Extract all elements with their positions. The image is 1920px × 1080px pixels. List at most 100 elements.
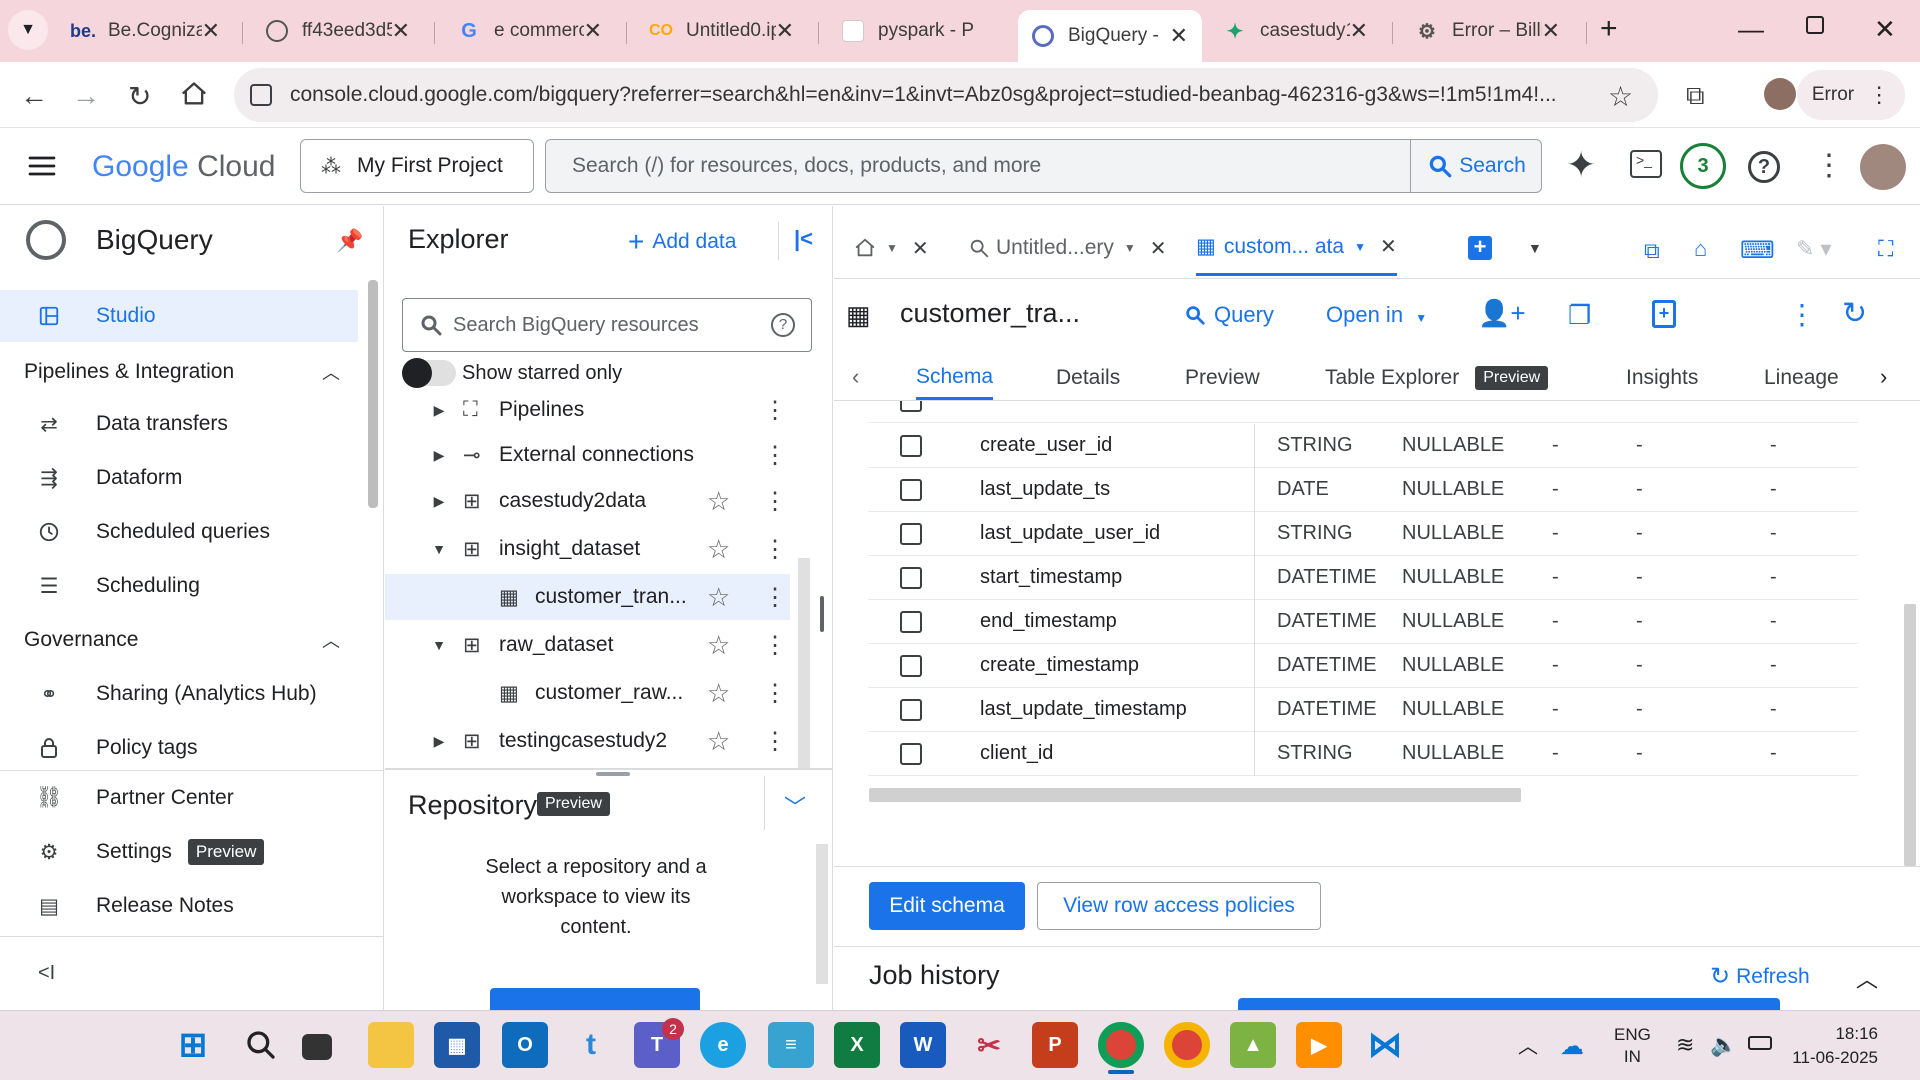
nav-scheduled-queries[interactable]: Scheduled queries (0, 506, 360, 558)
reload-button[interactable]: ↻ (128, 80, 151, 113)
explorer-tree-scrollbar[interactable] (798, 558, 810, 768)
repository-scrollbar[interactable] (816, 844, 828, 984)
minimize-button[interactable]: — (1738, 14, 1764, 45)
home-tab[interactable]: ▼ ✕ (854, 220, 929, 276)
browser-tab-active[interactable]: BigQuery - ✕ (1018, 10, 1202, 62)
powerpoint-icon[interactable]: P (1032, 1022, 1078, 1068)
close-icon[interactable]: ✕ (1380, 234, 1397, 259)
tree-row[interactable]: ▶ ⊞ casestudy2data ☆ ⋮ (385, 478, 805, 524)
close-icon[interactable]: ✕ (1150, 236, 1167, 261)
caret-down-icon[interactable]: ▼ (1354, 240, 1366, 254)
wifi-icon[interactable]: ≋ (1676, 1032, 1694, 1058)
copy-icon[interactable]: ❐ (1568, 300, 1591, 331)
nav-release-notes[interactable]: ▤ Release Notes (0, 880, 360, 932)
volume-icon[interactable]: 🔈 (1710, 1032, 1737, 1058)
tabs-overflow-caret-icon[interactable]: ▼ (1528, 240, 1542, 256)
edit-schema-button[interactable]: Edit schema (869, 882, 1025, 930)
refresh-icon[interactable]: ↻ (1842, 296, 1867, 331)
subtab-scroll-right-icon[interactable]: › (1880, 364, 1887, 390)
subtab-schema[interactable]: Schema (916, 356, 994, 400)
chevron-up-icon[interactable]: ︿ (1856, 962, 1878, 994)
nav-section-pipelines[interactable]: Pipelines & Integration ︿ (0, 346, 340, 398)
close-icon[interactable]: ✕ (1542, 18, 1560, 44)
tab-list-button[interactable]: ▼ (8, 10, 48, 50)
expand-arrow-icon[interactable]: ▶ (427, 733, 451, 750)
subtab-lineage[interactable]: Lineage (1764, 356, 1839, 400)
collapse-nav-button[interactable]: <I (38, 962, 55, 985)
project-picker[interactable]: ⁂ My First Project (300, 139, 534, 193)
bookmark-star-icon[interactable]: ☆ (1608, 80, 1633, 113)
back-button[interactable]: ← (20, 80, 48, 112)
tab-untitled-query[interactable]: Untitled...ery ▼ ✕ (968, 220, 1167, 276)
forward-button[interactable]: → (72, 80, 100, 112)
caret-down-icon[interactable]: ▼ (886, 241, 898, 255)
more-icon[interactable]: ⋮ (763, 727, 787, 756)
tree-row[interactable]: ▶ ⊞ testingcasestudy2 ☆ ⋮ (385, 718, 805, 764)
browser-tab[interactable]: G e commerce ✕ (444, 10, 616, 52)
row-checkbox[interactable] (900, 401, 922, 412)
tree-row[interactable]: ▼ ⊞ insight_dataset ☆ ⋮ (385, 526, 805, 572)
gemini-icon[interactable]: ✦ (1566, 144, 1596, 186)
expand-arrow-icon[interactable]: ▶ (427, 447, 451, 464)
file-explorer-icon[interactable] (368, 1022, 414, 1068)
task-view-icon[interactable] (302, 1034, 332, 1060)
row-checkbox[interactable] (900, 566, 922, 589)
collapse-explorer-icon[interactable]: |< (794, 226, 813, 252)
nav-settings[interactable]: ⚙ Settings Preview (0, 826, 360, 878)
open-in-button[interactable]: Open in ▼ (1326, 302, 1427, 328)
new-tab-plus-icon[interactable]: + (1468, 236, 1492, 260)
nav-studio[interactable]: Studio (0, 290, 358, 342)
home-button[interactable] (180, 80, 208, 108)
more-icon[interactable]: ⋮ (763, 396, 787, 425)
star-icon[interactable]: ☆ (707, 582, 730, 613)
site-info-icon[interactable] (250, 84, 272, 106)
address-bar[interactable]: console.cloud.google.com/bigquery?referr… (234, 68, 1658, 122)
tab-customer-table[interactable]: ▦ custom... ata ▼ ✕ (1196, 220, 1397, 276)
show-hidden-icons[interactable]: ︿ (1518, 1030, 1538, 1059)
account-avatar[interactable] (1860, 144, 1906, 190)
more-icon[interactable]: ⋮ (763, 535, 787, 564)
close-icon[interactable]: ✕ (912, 236, 929, 261)
snipping-tool-icon[interactable]: ✂ (966, 1022, 1012, 1068)
fullscreen-icon[interactable]: ⛶ (1878, 236, 1893, 262)
row-checkbox[interactable] (900, 698, 922, 721)
view-row-access-policies-button[interactable]: View row access policies (1037, 882, 1321, 930)
tree-row-selected[interactable]: ▦ customer_tran... ☆ ⋮ (385, 574, 790, 620)
search-button[interactable]: Search (1410, 139, 1542, 193)
collapse-arrow-icon[interactable]: ▼ (427, 541, 451, 557)
subtab-table-explorer[interactable]: Table Explorer Preview (1325, 356, 1549, 400)
language-indicator[interactable]: ENG IN (1614, 1024, 1651, 1068)
maximize-button[interactable] (1806, 16, 1824, 34)
browser-tab[interactable]: ⚙ Error – Billi ✕ (1402, 10, 1574, 52)
nav-policy-tags[interactable]: Policy tags (0, 722, 360, 774)
schema-horizontal-scrollbar[interactable] (869, 788, 1521, 802)
schema-vertical-scrollbar[interactable] (1904, 604, 1916, 866)
star-icon[interactable]: ☆ (707, 630, 730, 661)
row-checkbox[interactable] (900, 522, 922, 545)
taskbar-search-icon[interactable] (238, 1022, 284, 1068)
close-icon[interactable]: ✕ (584, 18, 602, 44)
close-icon[interactable]: ✕ (392, 18, 410, 44)
more-icon[interactable]: ⋮ (763, 441, 787, 470)
view-repositories-button[interactable] (490, 988, 700, 1010)
battery-icon[interactable] (1748, 1036, 1772, 1050)
tree-row[interactable]: ▶ ⊸ External connections ⋮ (385, 432, 805, 478)
more-icon[interactable]: ⋮ (763, 631, 787, 660)
nav-section-governance[interactable]: Governance ︿ (0, 614, 340, 666)
profile-error-pill[interactable]: Error ⋮ (1797, 70, 1905, 120)
tree-row[interactable]: ▼ ⊞ raw_dataset ☆ ⋮ (385, 622, 805, 668)
word-icon[interactable]: W (900, 1022, 946, 1068)
more-icon[interactable]: ⋮ (763, 583, 787, 612)
edge-icon[interactable]: e (700, 1022, 746, 1068)
query-button[interactable]: Query (1184, 302, 1274, 328)
add-data-button[interactable]: + Add data (628, 226, 736, 258)
nav-data-transfers[interactable]: ⇄ Data transfers (0, 398, 360, 450)
help-icon[interactable]: ? (1748, 151, 1780, 183)
keyboard-icon[interactable]: ⌨ (1740, 236, 1775, 265)
notifications-badge[interactable]: 3 (1680, 143, 1726, 189)
image-viewer-icon[interactable]: ▲ (1230, 1022, 1276, 1068)
tab-list-icon[interactable]: ⧉ (1644, 238, 1660, 264)
pin-icon[interactable]: 📌 (336, 228, 363, 254)
subtab-scroll-left-icon[interactable]: ‹ (852, 364, 859, 390)
refresh-button[interactable]: ↻ Refresh (1710, 962, 1810, 991)
